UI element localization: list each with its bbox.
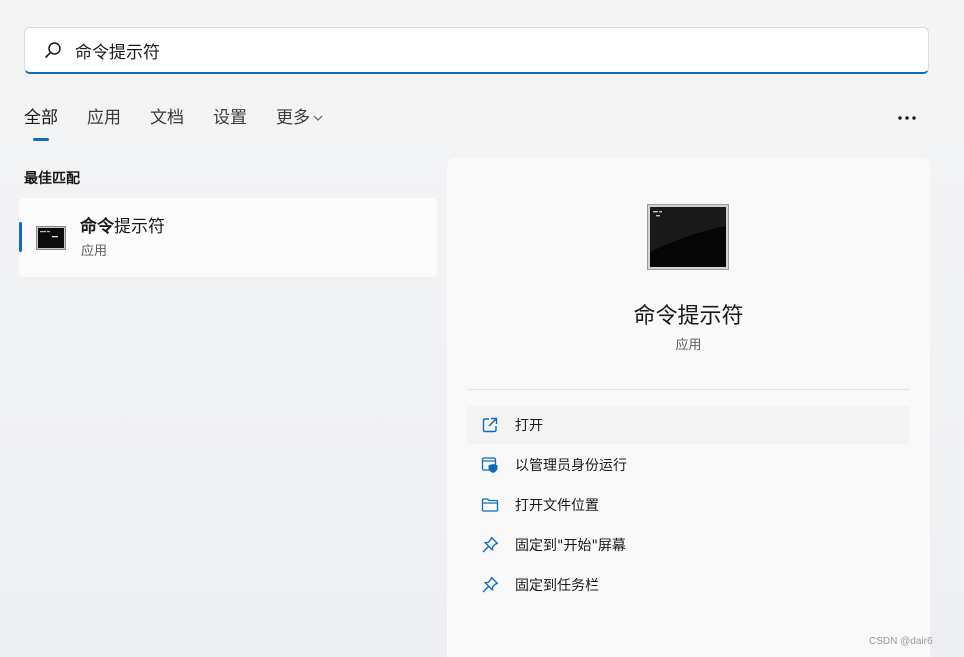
action-open-file-location[interactable]: 打开文件位置 xyxy=(467,486,910,524)
action-run-as-admin[interactable]: 以管理员身份运行 xyxy=(467,446,910,484)
result-title-match: 命令 xyxy=(80,217,114,237)
run-as-admin-icon xyxy=(481,457,498,473)
folder-icon xyxy=(481,498,499,512)
command-prompt-large-icon xyxy=(647,204,729,270)
tab-more[interactable]: 更多 xyxy=(276,104,323,144)
result-title: 命令提示符 xyxy=(80,212,165,237)
command-prompt-icon xyxy=(36,226,66,250)
tab-all[interactable]: 全部 xyxy=(24,104,58,144)
filter-tabs: 全部 应用 文档 设置 更多 xyxy=(24,104,352,144)
tab-apps[interactable]: 应用 xyxy=(87,104,121,144)
detail-subtitle: 应用 xyxy=(675,338,702,353)
action-pin-to-start-label: 固定到"开始"屏幕 xyxy=(515,538,626,554)
action-run-as-admin-label: 以管理员身份运行 xyxy=(515,458,627,474)
tab-documents[interactable]: 文档 xyxy=(150,104,184,144)
action-open-file-location-label: 打开文件位置 xyxy=(515,498,599,514)
detail-title: 命令提示符 xyxy=(633,304,744,329)
pin-icon xyxy=(482,536,499,553)
pin-icon xyxy=(482,576,499,593)
chevron-down-icon xyxy=(313,115,323,121)
search-icon xyxy=(45,42,61,58)
selection-indicator xyxy=(19,222,22,252)
open-external-icon xyxy=(482,417,498,433)
watermark: CSDN @dair6 xyxy=(869,636,933,647)
action-open[interactable]: 打开 xyxy=(467,406,910,444)
best-match-result[interactable]: 命令提示符 应用 xyxy=(19,198,437,277)
action-pin-to-start[interactable]: 固定到"开始"屏幕 xyxy=(467,526,910,564)
detail-panel: 命令提示符 应用 打开 以管理员身份运行 打开文件位置 固定到"开始"屏幕 固定… xyxy=(447,158,930,657)
action-list: 打开 以管理员身份运行 打开文件位置 固定到"开始"屏幕 固定到任务栏 xyxy=(467,406,910,606)
action-pin-to-taskbar[interactable]: 固定到任务栏 xyxy=(467,566,910,604)
tab-settings[interactable]: 设置 xyxy=(213,104,247,144)
result-title-rest: 提示符 xyxy=(114,217,165,237)
divider xyxy=(467,389,910,390)
search-input[interactable] xyxy=(75,40,775,60)
search-box[interactable] xyxy=(24,27,929,74)
ellipsis-icon xyxy=(898,116,916,120)
best-match-heading: 最佳匹配 xyxy=(24,171,80,187)
action-open-label: 打开 xyxy=(515,418,543,434)
more-options-button[interactable] xyxy=(893,106,921,130)
result-subtitle: 应用 xyxy=(81,244,108,259)
action-pin-to-taskbar-label: 固定到任务栏 xyxy=(515,578,599,594)
tab-more-label: 更多 xyxy=(276,108,310,128)
